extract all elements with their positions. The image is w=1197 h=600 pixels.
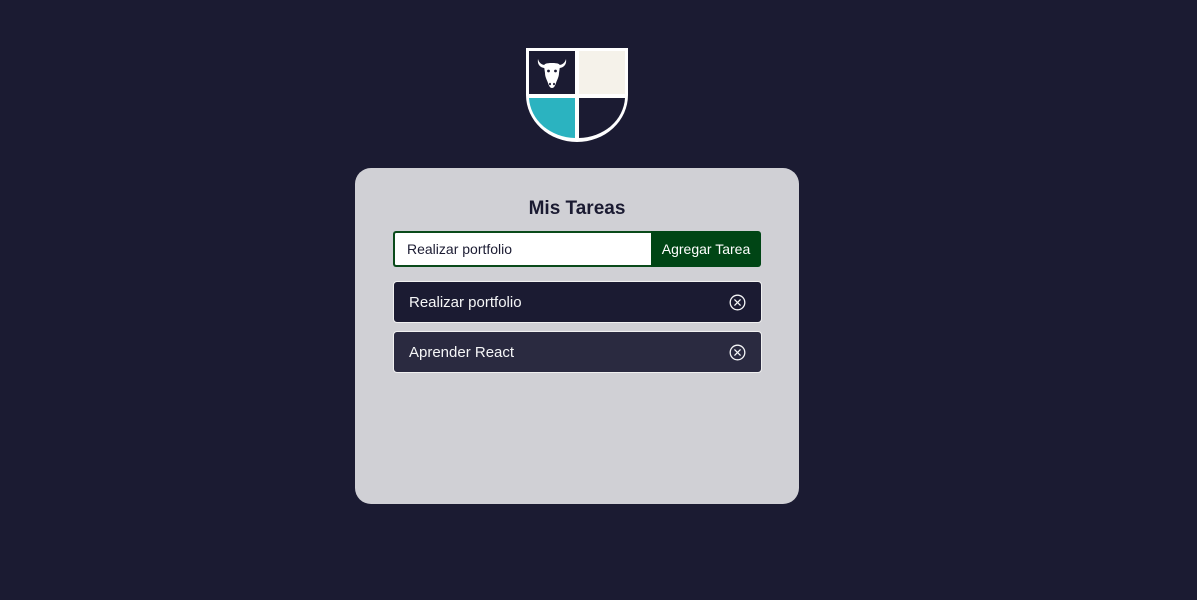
close-circle-icon[interactable] [728,293,746,311]
bull-shield-icon [526,48,628,142]
close-circle-icon[interactable] [728,343,746,361]
task-text: Aprender React [409,343,515,361]
task-form: Agregar Tarea [393,231,761,267]
page: Mis Tareas Agregar Tarea Realizar portfo… [0,0,1197,600]
task-item[interactable]: Realizar portfolio [393,281,762,323]
page-title: Mis Tareas [528,198,626,219]
add-task-button[interactable]: Agregar Tarea [651,231,761,267]
task-item[interactable]: Aprender React [393,331,762,373]
task-input[interactable] [393,231,651,267]
logo [525,47,629,143]
task-list: Realizar portfolio Aprender React [393,281,762,381]
todo-card: Mis Tareas Agregar Tarea Realizar portfo… [355,168,799,504]
task-text: Realizar portfolio [409,293,522,311]
